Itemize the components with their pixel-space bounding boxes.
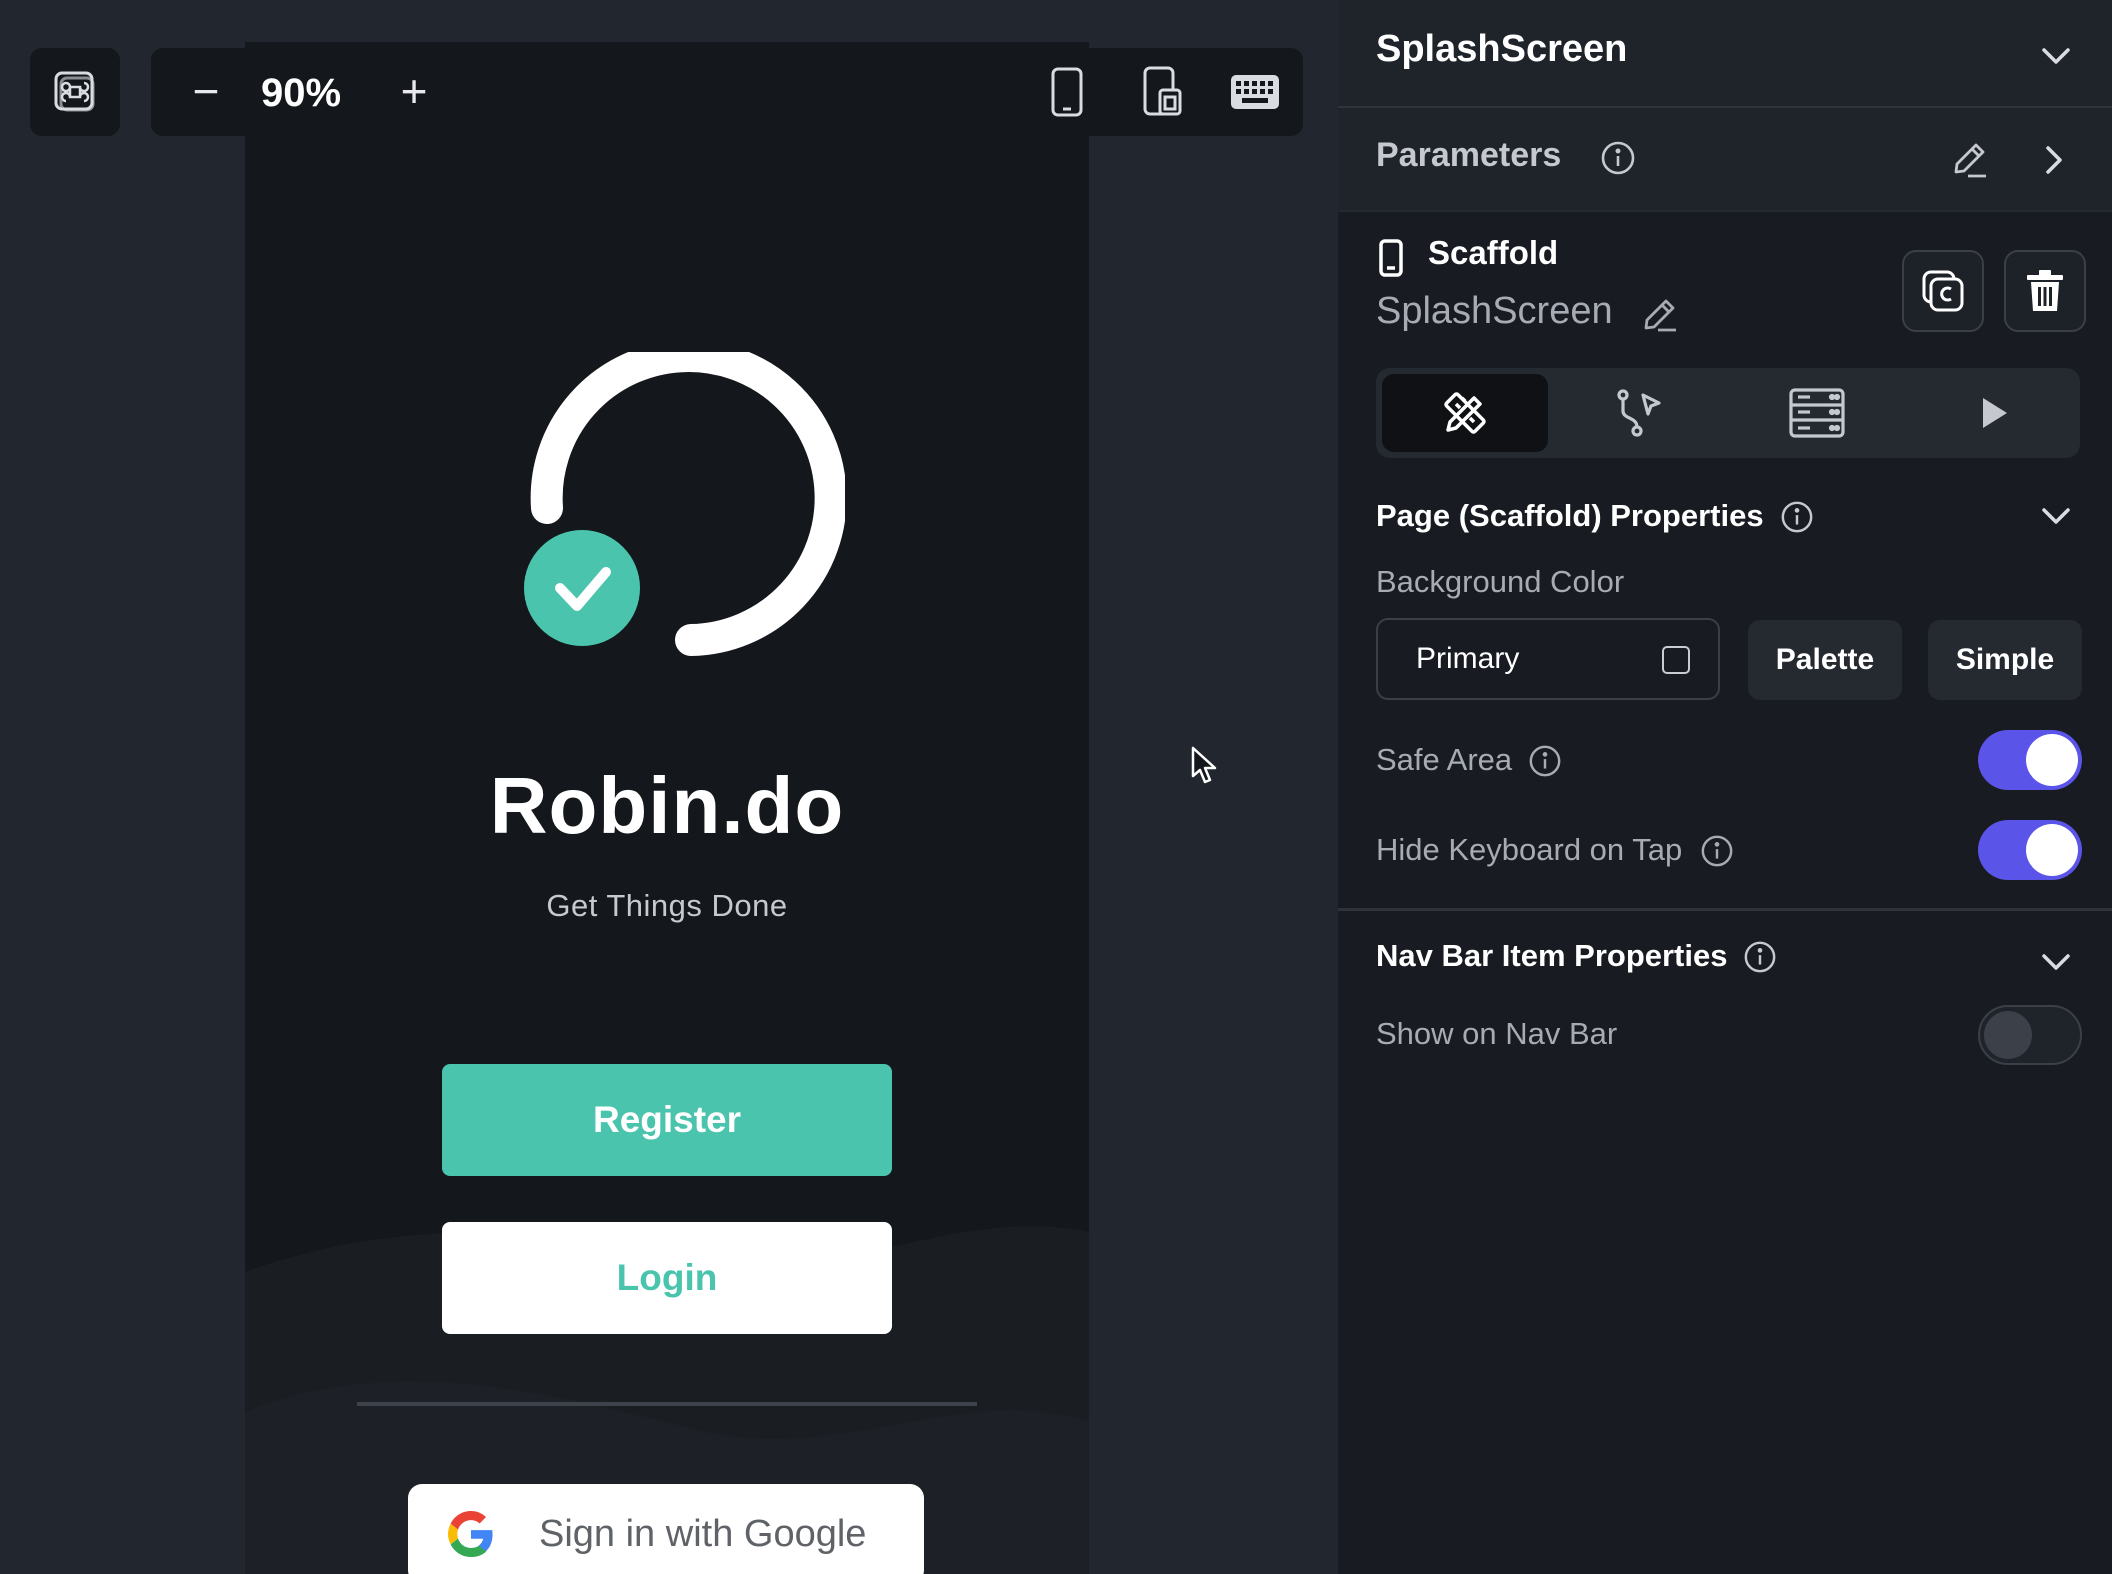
device-toolbar — [1020, 48, 1303, 136]
run-icon — [1983, 398, 2007, 428]
chevron-down-icon[interactable] — [2036, 496, 2076, 536]
simple-label: Simple — [1955, 643, 2055, 676]
show-on-nav-bar-toggle[interactable] — [1978, 1005, 2082, 1065]
tablet-view-button[interactable] — [1138, 66, 1188, 118]
safe-area-toggle[interactable] — [1978, 730, 2082, 790]
panel-header[interactable]: SplashScreen — [1338, 0, 2112, 108]
google-sign-in-label: Sign in with Google — [539, 1513, 867, 1555]
properties-panel: SplashScreen Parameters Scaffold SplashS… — [1338, 0, 2112, 1574]
nav-bar-properties-title: Nav Bar Item Properties — [1376, 938, 1727, 974]
keyboard-icon — [1231, 75, 1279, 109]
background-color-label: Background Color — [1376, 564, 1625, 599]
google-icon — [448, 1511, 493, 1557]
show-on-nav-bar-label: Show on Nav Bar — [1376, 1016, 1618, 1051]
zoom-in-button[interactable]: + — [389, 66, 439, 116]
data-icon — [1789, 388, 1845, 438]
panel-title: SplashScreen — [1376, 28, 1628, 70]
zoom-control: − 90% + — [151, 48, 451, 136]
chevron-down-icon[interactable] — [2036, 942, 2076, 982]
section-divider — [1338, 908, 2112, 911]
safe-area-label: Safe Area — [1376, 742, 1513, 777]
panel-tabs — [1376, 368, 2080, 458]
background-color-value: Primary — [1416, 642, 1520, 675]
login-label: Login — [616, 1257, 718, 1298]
chevron-down-icon[interactable] — [2036, 36, 2076, 76]
copy-widget-button[interactable] — [1902, 250, 1984, 332]
tab-preview[interactable] — [1910, 374, 2076, 452]
color-swatch — [1662, 646, 1690, 674]
info-icon[interactable] — [1528, 744, 1562, 778]
register-button[interactable]: Register — [442, 1064, 892, 1176]
google-sign-in-button[interactable]: Sign in with Google — [408, 1484, 924, 1574]
login-button[interactable]: Login — [442, 1222, 892, 1334]
phone-view-button[interactable] — [1042, 66, 1092, 118]
app-title: Robin.do — [489, 761, 845, 850]
info-icon[interactable] — [1743, 940, 1777, 974]
widget-type-label: Scaffold — [1428, 234, 1559, 271]
phone-icon — [1379, 239, 1403, 277]
zoom-level: 90% — [260, 71, 342, 115]
page-properties-title: Page (Scaffold) Properties — [1376, 498, 1764, 534]
canvas-area: Robin.do Get Things Done Register Login … — [0, 0, 1338, 1574]
tablet-icon — [1143, 66, 1182, 116]
zoom-out-button[interactable]: − — [181, 66, 231, 116]
info-icon[interactable] — [1600, 140, 1636, 176]
app-subtitle: Get Things Done — [546, 888, 788, 923]
divider — [357, 1402, 977, 1406]
delete-widget-button[interactable] — [2004, 250, 2086, 332]
app-logo — [524, 352, 845, 656]
tab-backend-query[interactable] — [1734, 374, 1900, 452]
hide-keyboard-label: Hide Keyboard on Tap — [1376, 832, 1683, 867]
edit-icon[interactable] — [1640, 294, 1680, 334]
tab-actions[interactable] — [1558, 374, 1724, 452]
trash-icon — [2027, 270, 2063, 311]
actions-icon — [1617, 389, 1661, 437]
phone-preview: Robin.do Get Things Done Register Login … — [245, 42, 1089, 1574]
toggle-knob — [2026, 824, 2078, 876]
toggle-knob — [2026, 734, 2078, 786]
tab-properties[interactable] — [1382, 374, 1548, 452]
parameters-label: Parameters — [1376, 136, 1562, 174]
parameters-row[interactable]: Parameters — [1338, 108, 2112, 212]
register-label: Register — [592, 1099, 742, 1140]
widget-name: SplashScreen — [1376, 290, 1613, 332]
page-properties-label: Page (Scaffold) Properties — [1376, 498, 1764, 533]
phone-icon — [1051, 67, 1083, 117]
command-icon — [54, 71, 95, 112]
keyboard-view-button[interactable] — [1230, 66, 1280, 118]
nav-bar-properties-label: Nav Bar Item Properties — [1376, 938, 1728, 973]
background-color-picker[interactable]: Primary — [1376, 618, 1720, 700]
palette-button[interactable]: Palette — [1748, 620, 1902, 700]
hide-keyboard-toggle[interactable] — [1978, 820, 2082, 880]
palette-label: Palette — [1775, 643, 1875, 676]
mouse-cursor — [1191, 746, 1217, 784]
chevron-right-icon[interactable] — [2034, 140, 2074, 180]
toggle-knob — [1984, 1011, 2032, 1059]
edit-icon[interactable] — [1948, 138, 1990, 180]
info-icon[interactable] — [1700, 834, 1734, 868]
design-icon — [1444, 392, 1486, 434]
info-icon[interactable] — [1780, 500, 1814, 534]
command-palette-button[interactable] — [30, 48, 120, 136]
copy-icon — [1922, 270, 1964, 312]
simple-button[interactable]: Simple — [1928, 620, 2082, 700]
